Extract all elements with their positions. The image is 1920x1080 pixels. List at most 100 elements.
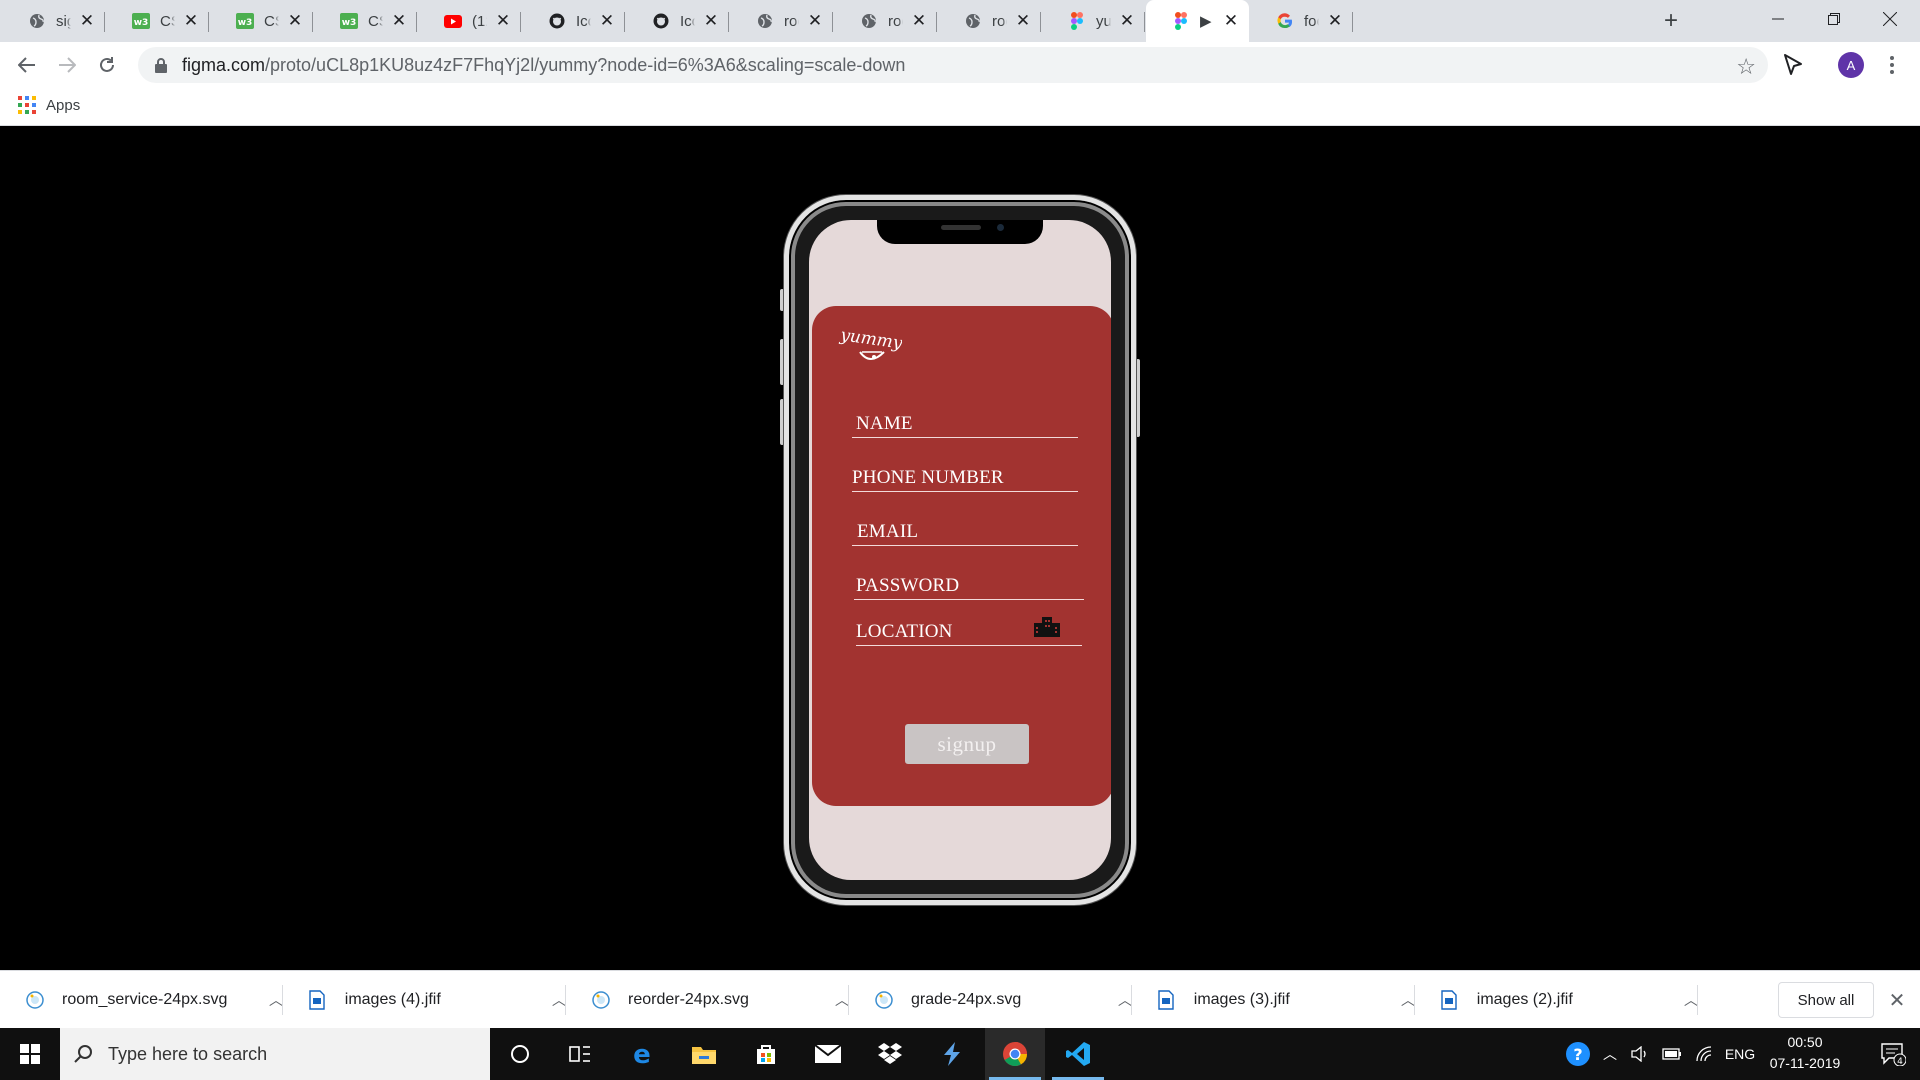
tab-title: Icons - (680, 12, 695, 30)
minimize-button[interactable] (1750, 0, 1806, 38)
signup-button[interactable]: signup (905, 724, 1029, 764)
download-item[interactable]: room_service-24px.svg ︿ (0, 971, 283, 1029)
apps-shortcut[interactable]: Apps (18, 96, 80, 114)
chevron-up-icon[interactable]: ︿ (835, 990, 849, 1010)
globe-icon (28, 12, 46, 30)
download-item[interactable]: grade-24px.svg ︿ (849, 971, 1132, 1029)
download-item[interactable]: images (4).jfif ︿ (283, 971, 566, 1029)
language-indicator[interactable]: ENG (1720, 1028, 1760, 1080)
download-item[interactable]: reorder-24px.svg ︿ (566, 971, 849, 1029)
browser-tab[interactable]: food c ✕ (1250, 0, 1353, 42)
edge-icon[interactable]: e (612, 1028, 672, 1080)
tab-close-icon[interactable]: ✕ (1325, 11, 1345, 31)
restore-button[interactable] (1806, 0, 1862, 38)
cortana-icon[interactable] (490, 1028, 550, 1080)
tab-close-icon[interactable]: ✕ (701, 11, 721, 31)
browser-tab[interactable]: Icons - ✕ (626, 0, 729, 42)
close-download-shelf-button[interactable]: ✕ (1884, 987, 1910, 1013)
download-filename: reorder-24px.svg (628, 991, 749, 1008)
tab-title: CSS M (160, 12, 175, 30)
tab-close-icon[interactable]: ✕ (909, 11, 929, 31)
browser-tab[interactable]: signup ✕ (2, 0, 105, 42)
name-label: NAME (856, 413, 913, 434)
tab-close-icon[interactable]: ✕ (493, 11, 513, 31)
tab-title: room_ (992, 12, 1007, 30)
chevron-up-icon[interactable]: ︿ (552, 990, 566, 1010)
profile-avatar[interactable]: A (1838, 52, 1864, 78)
browser-tab[interactable]: room_ ✕ (938, 0, 1041, 42)
visual-studio-icon[interactable] (922, 1028, 982, 1080)
svg-file-icon (26, 990, 44, 1010)
volume-icon[interactable] (1624, 1028, 1656, 1080)
location-city-icon[interactable] (1033, 616, 1061, 638)
svg-text:w3: w3 (238, 18, 253, 28)
url-host: figma.com (182, 54, 266, 75)
download-filename: images (3).jfif (1193, 991, 1290, 1008)
vscode-icon[interactable] (1048, 1028, 1108, 1080)
download-filename: grade-24px.svg (911, 991, 1022, 1008)
tab-close-icon[interactable]: ✕ (77, 11, 97, 31)
bookmark-star-icon[interactable]: ☆ (1736, 54, 1756, 80)
battery-icon[interactable] (1656, 1028, 1688, 1080)
browser-tab[interactable]: ▶ Pag ✕ (1146, 0, 1249, 42)
start-button[interactable] (0, 1028, 60, 1080)
email-field[interactable]: EMAIL (852, 518, 1078, 546)
windows-taskbar: Type here to search e ? ︿ ENG 00:50 07-1… (0, 1028, 1920, 1080)
location-field[interactable]: LOCATION (856, 616, 1082, 646)
chrome-icon[interactable] (985, 1028, 1045, 1080)
tab-title: yumm (1096, 12, 1111, 30)
chevron-up-icon[interactable]: ︿ (1684, 990, 1698, 1010)
tab-close-icon[interactable]: ✕ (389, 11, 409, 31)
tab-close-icon[interactable]: ✕ (1013, 11, 1033, 31)
tab-title: food c (1304, 12, 1319, 30)
back-button[interactable] (10, 48, 44, 82)
close-window-button[interactable] (1862, 0, 1918, 38)
arrow-right-icon (59, 57, 76, 73)
browser-tab[interactable]: w3 CSS M ✕ (106, 0, 209, 42)
browser-tab[interactable]: room_ ✕ (730, 0, 833, 42)
address-bar[interactable]: figma.com/proto/uCL8p1KU8uz4zF7FhqYj2l/y… (138, 47, 1768, 83)
chrome-menu-icon[interactable] (1880, 50, 1904, 80)
action-center-button[interactable]: 4 (1868, 1028, 1918, 1080)
name-field[interactable]: NAME (852, 410, 1078, 438)
chevron-up-icon[interactable]: ︿ (1118, 990, 1132, 1010)
reload-button[interactable] (90, 48, 124, 82)
browser-tab[interactable]: Icons - ✕ (522, 0, 625, 42)
tab-close-icon[interactable]: ✕ (181, 11, 201, 31)
mail-icon[interactable] (798, 1028, 858, 1080)
browser-tab[interactable]: w3 CSS Bo ✕ (210, 0, 313, 42)
password-field[interactable]: PASSWORD (854, 572, 1084, 600)
chevron-up-icon[interactable]: ︿ (1401, 990, 1415, 1010)
file-explorer-icon[interactable] (674, 1028, 734, 1080)
tab-close-icon[interactable]: ✕ (285, 11, 305, 31)
forward-button[interactable] (50, 48, 84, 82)
cursor-extension-icon[interactable] (1780, 52, 1806, 78)
download-item[interactable]: images (2).jfif ︿ (1415, 971, 1698, 1029)
tray-chevron-up-icon[interactable]: ︿ (1598, 1028, 1622, 1080)
wifi-icon[interactable] (1688, 1028, 1720, 1080)
dropbox-icon[interactable] (860, 1028, 920, 1080)
taskbar-search-box[interactable]: Type here to search (60, 1028, 490, 1080)
browser-tab[interactable]: yumm ✕ (1042, 0, 1145, 42)
download-filename: images (4).jfif (344, 991, 441, 1008)
browser-tab[interactable]: (125) F ✕ (418, 0, 521, 42)
image-file-icon (1441, 990, 1459, 1010)
tab-close-icon[interactable]: ✕ (805, 11, 825, 31)
store-icon[interactable] (736, 1028, 796, 1080)
show-all-downloads-button[interactable]: Show all (1778, 982, 1874, 1018)
tab-title: room_ (888, 12, 903, 30)
chevron-up-icon[interactable]: ︿ (269, 990, 283, 1010)
phone-number-field[interactable]: PHONE NUMBER (852, 464, 1078, 492)
new-tab-button[interactable]: + (1656, 6, 1686, 36)
browser-tab[interactable]: w3 CSS Fle ✕ (314, 0, 417, 42)
taskbar-clock[interactable]: 00:50 07-11-2019 (1760, 1032, 1850, 1074)
tab-separator (936, 12, 937, 32)
tab-close-icon[interactable]: ✕ (597, 11, 617, 31)
help-icon[interactable]: ? (1560, 1028, 1596, 1080)
tab-close-icon[interactable]: ✕ (1221, 11, 1241, 31)
tab-close-icon[interactable]: ✕ (1117, 11, 1137, 31)
task-view-icon[interactable] (550, 1028, 610, 1080)
browser-tab[interactable]: room_ ✕ (834, 0, 937, 42)
w3schools-icon: w3 (132, 12, 150, 30)
download-item[interactable]: images (3).jfif ︿ (1132, 971, 1415, 1029)
